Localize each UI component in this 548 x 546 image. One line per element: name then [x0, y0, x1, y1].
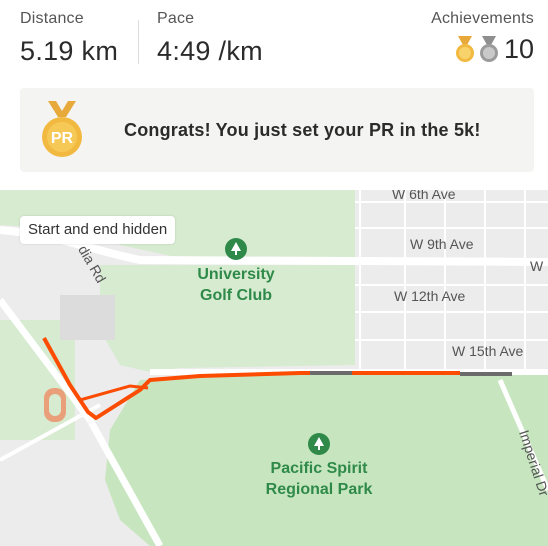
route-map[interactable]: Start and end hidden W 6th Ave W 9th Ave…	[0, 190, 548, 546]
start-end-hidden-chip[interactable]: Start and end hidden	[20, 216, 176, 244]
achievements-count: 10	[503, 34, 534, 64]
pr-medal-icon: PR	[42, 101, 82, 157]
activity-stats: Distance 5.19 km Pace 4:49 /km Achieveme…	[0, 0, 548, 80]
park-tree-icon	[308, 433, 330, 455]
pr-message: Congrats! You just set your PR in the 5k…	[124, 119, 481, 140]
achievements-label: Achievements	[431, 10, 534, 27]
stat-divider	[138, 20, 139, 64]
street-w-edge: W	[530, 258, 544, 274]
street-w12: W 12th Ave	[394, 288, 466, 304]
pr-badge-text: PR	[51, 130, 74, 147]
silver-medal-icon	[479, 35, 498, 62]
distance-label: Distance	[20, 10, 84, 27]
park-label: Pacific Spirit Regional Park	[265, 460, 373, 498]
gold-medal-icon	[455, 35, 474, 62]
pr-banner[interactable]: PR Congrats! You just set your PR in the…	[20, 88, 534, 172]
golf-club-label: University Golf Club	[197, 266, 275, 304]
street-w9: W 9th Ave	[410, 236, 474, 252]
street-w6: W 6th Ave	[392, 190, 456, 202]
pace-value: 4:49 /km	[157, 36, 263, 66]
pace-stat: Pace 4:49 /km	[157, 10, 263, 67]
distance-stat: Distance 5.19 km	[20, 10, 118, 67]
distance-value: 5.19 km	[20, 36, 119, 66]
golf-club-tree-icon	[225, 238, 247, 260]
achievements-stat[interactable]: Achievements 10	[431, 10, 534, 65]
pace-label: Pace	[157, 10, 195, 27]
street-w15: W 15th Ave	[452, 343, 524, 359]
